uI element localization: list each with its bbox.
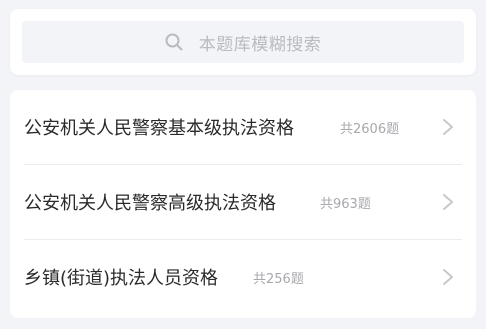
list-item-senior-level[interactable]: 公安机关人民警察高级执法资格 共963题 [10, 165, 476, 239]
list-item-title: 乡镇(街道)执法人员资格 [24, 268, 219, 289]
list-item-title: 公安机关人民警察高级执法资格 [24, 193, 276, 214]
list-item-basic-level[interactable]: 公安机关人民警察基本级执法资格 共2606题 [10, 90, 476, 164]
list-item-title: 公安机关人民警察基本级执法资格 [24, 118, 294, 139]
search-placeholder: 本题库模糊搜索 [198, 34, 322, 55]
exam-list: 公安机关人民警察基本级执法资格 共2606题 公安机关人民警察高级执法资格 共9… [10, 90, 476, 318]
list-item-township[interactable]: 乡镇(街道)执法人员资格 共256题 [10, 240, 476, 314]
list-item-count: 共256题 [253, 271, 304, 287]
chevron-right-icon [443, 119, 453, 135]
search-input[interactable]: 本题库模糊搜索 [22, 21, 464, 63]
list-item-count: 共2606题 [340, 121, 400, 137]
search-icon [165, 33, 183, 51]
search-card: 本题库模糊搜索 [10, 9, 476, 75]
list-item-count: 共963题 [320, 196, 371, 212]
chevron-right-icon [443, 269, 453, 285]
chevron-right-icon [443, 194, 453, 210]
